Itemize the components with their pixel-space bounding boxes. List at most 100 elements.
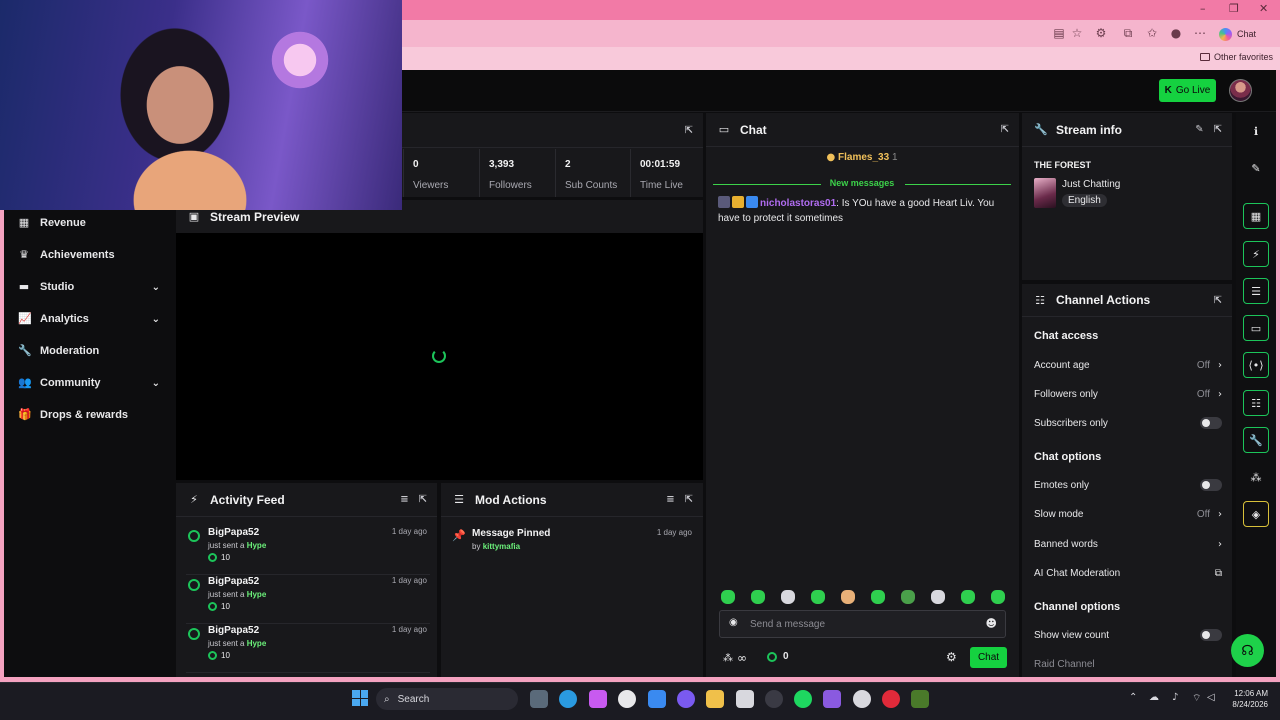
taskbar-search[interactable]: ⌕ Search bbox=[376, 688, 518, 710]
emote-icon[interactable] bbox=[841, 590, 855, 604]
chevron-up-icon[interactable]: ⌃ bbox=[1129, 692, 1137, 703]
wrench-icon[interactable]: 🔧 bbox=[1243, 427, 1269, 453]
file-explorer-icon[interactable] bbox=[706, 690, 724, 708]
emote-icon[interactable] bbox=[961, 590, 975, 604]
recorder-icon[interactable] bbox=[882, 690, 900, 708]
other-favorites-button[interactable]: Other favorites bbox=[1200, 52, 1273, 62]
activity-action: just sent a Hype bbox=[208, 639, 266, 648]
restore-button[interactable]: ❐ bbox=[1229, 2, 1239, 15]
stream-tool-icon[interactable] bbox=[911, 690, 929, 708]
extensions-icon[interactable]: ⚙ bbox=[1094, 26, 1108, 40]
copilot-chat-button[interactable]: Chat bbox=[1219, 26, 1256, 42]
media-app-icon[interactable] bbox=[823, 690, 841, 708]
emote-icon[interactable] bbox=[781, 590, 795, 604]
chrome-icon[interactable] bbox=[765, 690, 783, 708]
mod-user[interactable]: kittymafia bbox=[483, 542, 520, 551]
task-view-icon[interactable] bbox=[530, 690, 548, 708]
coin-icon bbox=[208, 651, 217, 660]
sidebar-item-moderation[interactable]: 🔧 Moderation bbox=[18, 342, 160, 360]
coin-balance[interactable]: 0 bbox=[767, 651, 789, 662]
volume-icon[interactable]: ◁ bbox=[1207, 692, 1215, 703]
settings-gear-icon[interactable]: ⚙ bbox=[946, 650, 957, 664]
activity-user[interactable]: BigPapa52 bbox=[208, 576, 259, 587]
slow-mode-row[interactable]: Slow mode Off › bbox=[1034, 507, 1222, 521]
filter-icon[interactable]: ≡ bbox=[666, 494, 674, 505]
alien-app-icon[interactable] bbox=[618, 690, 636, 708]
settings-panel-icon[interactable]: ☷ bbox=[1243, 390, 1269, 416]
close-button[interactable]: ✕ bbox=[1259, 2, 1268, 15]
sidebar-item-drops-rewards[interactable]: 🎁 Drops & rewards bbox=[18, 406, 160, 424]
copilot-app-icon[interactable] bbox=[589, 690, 607, 708]
lightning-icon[interactable]: ⚡ bbox=[1243, 241, 1269, 267]
activity-user[interactable]: BigPapa52 bbox=[208, 625, 259, 636]
emote-icon[interactable] bbox=[721, 590, 735, 604]
popout-icon[interactable]: ⇱ bbox=[1214, 124, 1222, 135]
chat-app-icon[interactable] bbox=[853, 690, 871, 708]
sidebar-item-revenue[interactable]: ▦ Revenue bbox=[18, 214, 160, 232]
edit-pencil-icon[interactable]: ✎ bbox=[1195, 124, 1203, 135]
chat-viewers[interactable]: ⁂ ∞ bbox=[723, 651, 747, 665]
minimize-button[interactable]: – bbox=[1200, 2, 1206, 15]
microphone-icon[interactable]: ♪ bbox=[1172, 692, 1178, 703]
spotify-icon[interactable] bbox=[794, 690, 812, 708]
emote-icon[interactable] bbox=[811, 590, 825, 604]
activity-time: 1 day ago bbox=[391, 576, 427, 585]
list-icon[interactable]: ☰ bbox=[1243, 278, 1269, 304]
store-icon[interactable] bbox=[648, 690, 666, 708]
broadcast-icon[interactable]: ⟨•⟩ bbox=[1243, 352, 1269, 378]
more-menu-icon[interactable]: ⋯ bbox=[1193, 26, 1207, 40]
chat-input[interactable]: ◉ Send a message ☻ bbox=[719, 610, 1006, 638]
raid-channel-row[interactable]: Raid Channel bbox=[1034, 657, 1222, 671]
emote-icon[interactable] bbox=[931, 590, 945, 604]
tag-icon[interactable]: ◈ bbox=[1243, 501, 1269, 527]
account-age-row[interactable]: Account age Off › bbox=[1034, 358, 1222, 372]
popout-icon[interactable]: ⇱ bbox=[419, 494, 427, 505]
sidebar-item-studio[interactable]: ▬ Studio ⌄ bbox=[18, 278, 160, 296]
show-view-count-toggle[interactable] bbox=[1200, 629, 1222, 641]
emoji-icon[interactable]: ☻ bbox=[986, 617, 997, 630]
edit-icon[interactable]: ✎ bbox=[1243, 155, 1269, 181]
profile-icon[interactable]: ● bbox=[1169, 26, 1183, 40]
users-icon[interactable]: ⁂ bbox=[1243, 464, 1269, 490]
banned-words-row[interactable]: Banned words › bbox=[1034, 537, 1222, 551]
language-tag: English bbox=[1062, 194, 1107, 207]
activity-user[interactable]: BigPapa52 bbox=[208, 527, 259, 538]
info-icon[interactable]: ℹ bbox=[1243, 118, 1269, 144]
followers-only-row[interactable]: Followers only Off › bbox=[1034, 387, 1222, 401]
sidebar-item-community[interactable]: 👥 Community ⌄ bbox=[18, 374, 160, 392]
wifi-icon[interactable]: ⌔ bbox=[1192, 692, 1201, 705]
avatar[interactable] bbox=[1229, 79, 1252, 102]
send-chat-button[interactable]: Chat bbox=[970, 647, 1007, 668]
edge-icon[interactable] bbox=[559, 690, 577, 708]
popout-icon[interactable]: ⇱ bbox=[1001, 124, 1009, 135]
go-live-button[interactable]: K Go Live bbox=[1159, 79, 1216, 102]
favorite-star-icon[interactable]: ☆ bbox=[1070, 26, 1084, 40]
discord-icon[interactable] bbox=[677, 690, 695, 708]
favorites-icon[interactable]: ✩ bbox=[1145, 26, 1159, 40]
popout-icon[interactable]: ⇱ bbox=[1214, 295, 1222, 306]
sidebar-item-analytics[interactable]: 📈 Analytics ⌄ bbox=[18, 310, 160, 328]
reading-view-icon[interactable]: ▤ bbox=[1052, 26, 1066, 40]
chat-username[interactable]: nicholastoras01 bbox=[760, 198, 836, 209]
popout-icon[interactable]: ⇱ bbox=[685, 125, 693, 136]
emote-icon[interactable] bbox=[991, 590, 1005, 604]
ai-chat-moderation-row[interactable]: AI Chat Moderation ⧉ bbox=[1034, 566, 1222, 580]
chat-icon[interactable]: ▭ bbox=[1243, 315, 1269, 341]
emote-icon[interactable] bbox=[871, 590, 885, 604]
popout-icon[interactable]: ⇱ bbox=[685, 494, 693, 505]
help-headset-button[interactable]: ☊ bbox=[1231, 634, 1264, 667]
emote-icon[interactable] bbox=[751, 590, 765, 604]
emotes-only-toggle[interactable] bbox=[1200, 479, 1222, 491]
subscribers-only-toggle[interactable] bbox=[1200, 417, 1222, 429]
windows-start-icon[interactable] bbox=[352, 690, 368, 706]
chat-top-user[interactable]: ● Flames_33 1 bbox=[713, 152, 1011, 163]
taskbar-clock[interactable]: 12:06 AM 8/24/2026 bbox=[1222, 688, 1268, 710]
emote-icon[interactable] bbox=[901, 590, 915, 604]
split-screen-icon[interactable]: ⧉ bbox=[1121, 26, 1135, 40]
cat-app-icon[interactable] bbox=[736, 690, 754, 708]
stats-icon[interactable]: ▦ bbox=[1243, 203, 1269, 229]
filter-icon[interactable]: ≡ bbox=[400, 494, 408, 505]
sidebar-item-achievements[interactable]: ♛ Achievements bbox=[18, 246, 160, 264]
top-user-name: Flames_33 bbox=[838, 152, 890, 163]
cloud-icon[interactable]: ☁ bbox=[1149, 692, 1159, 703]
